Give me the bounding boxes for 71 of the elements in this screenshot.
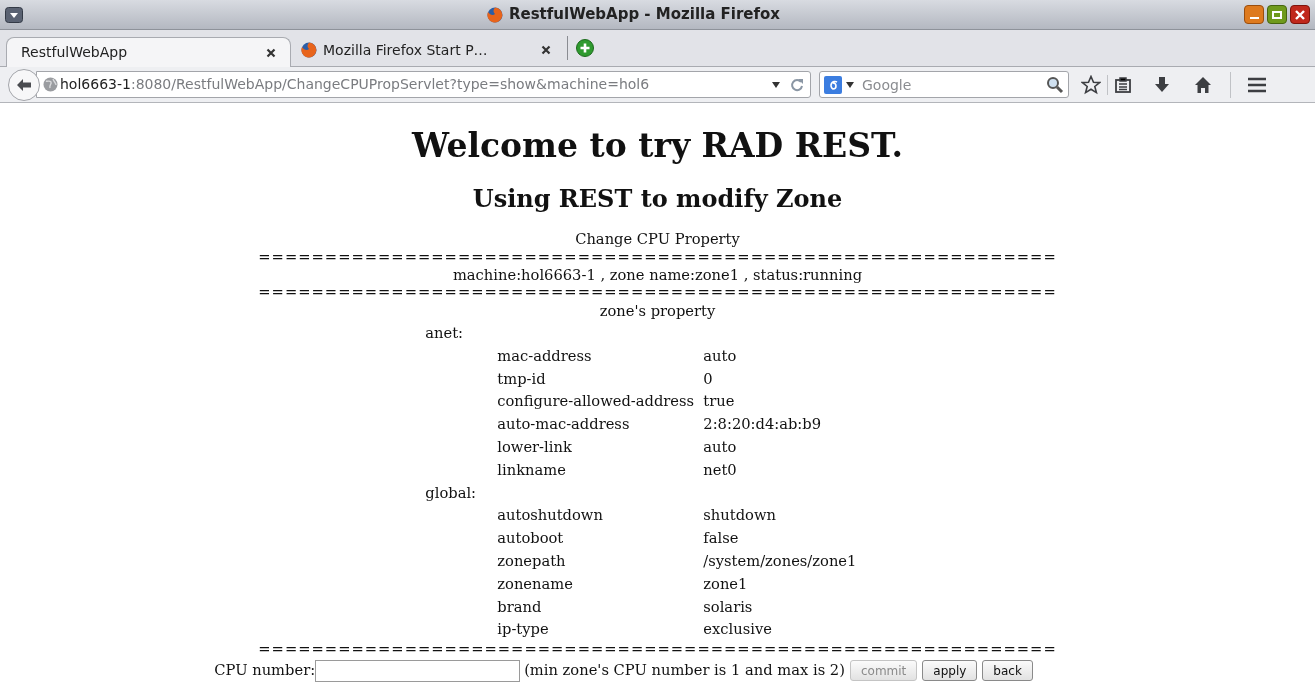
page-subheading: Using REST to modify Zone: [472, 184, 843, 214]
field-hint: (min zone's CPU number is 1 and max is 2): [524, 660, 845, 681]
bookmark-star-icon[interactable]: [1081, 74, 1101, 95]
property-value: zone1: [703, 573, 748, 594]
property-value: solaris: [703, 596, 753, 617]
search-field[interactable]: Google: [819, 71, 1069, 98]
search-input[interactable]: Google: [862, 72, 1046, 97]
page-heading: Welcome to try RAD REST.: [412, 127, 903, 165]
property-name: zonename: [497, 573, 574, 594]
property-value: shutdown: [703, 505, 776, 526]
property-value: /system/zones/zone1: [703, 550, 857, 571]
section-title: Change CPU Property: [575, 229, 740, 249]
property-name: brand: [497, 596, 543, 617]
separator-line: ============================================================: [258, 641, 1057, 658]
close-tab-icon[interactable]: [541, 45, 551, 55]
property-value: false: [703, 528, 739, 549]
window-menu-icon[interactable]: [5, 6, 23, 23]
form-button[interactable]: back: [982, 660, 1033, 682]
globe-icon: [43, 77, 58, 92]
property-name: tmp-id: [497, 368, 547, 389]
separator-line: ============================================================: [258, 249, 1057, 265]
property-value: auto: [703, 345, 737, 366]
property-value: net0: [703, 459, 737, 480]
url-host: hol6663-1: [60, 76, 131, 92]
close-icon: [1295, 9, 1305, 20]
download-icon[interactable]: [1154, 75, 1170, 94]
section-title: zone's property: [599, 301, 716, 321]
property-value: auto: [703, 437, 737, 457]
tab-label: RestfulWebApp: [21, 43, 129, 62]
property-value: 2:8:20:d4:ab:b9: [703, 414, 822, 435]
new-tab-icon[interactable]: [576, 39, 594, 57]
property-name: autoboot: [497, 528, 565, 549]
form-button[interactable]: apply: [922, 660, 978, 682]
property-name: zonepath: [497, 550, 567, 571]
property-value: exclusive: [703, 619, 772, 640]
search-icon[interactable]: [1046, 75, 1064, 94]
property-name: auto-mac-address: [497, 414, 631, 435]
property-name: mac-address: [497, 345, 593, 366]
home-icon[interactable]: [1194, 75, 1212, 94]
property-name: ip-type: [497, 619, 550, 640]
group-label: anet:: [425, 323, 465, 343]
cpu-number-field[interactable]: [315, 659, 521, 682]
url-path: :8080/RestfulWebApp/ChangeCPUPropServlet?type=show&machine=hol6: [130, 76, 650, 92]
separator-line: ============================================================: [258, 284, 1057, 300]
group-label: global:: [425, 482, 478, 503]
zone-info: machine:hol6663-1 , zone name:zone1 , status:running: [452, 265, 863, 284]
property-name: lower-link: [497, 437, 573, 457]
back-arrow-icon: [16, 77, 32, 92]
maximize-button[interactable]: [1267, 5, 1287, 24]
reload-icon[interactable]: [790, 77, 804, 92]
property-name: linkname: [497, 459, 567, 480]
window-title: RestfulWebApp - Mozilla Firefox: [508, 4, 780, 26]
close-tab-icon[interactable]: [266, 47, 276, 58]
tab[interactable]: Mozilla Firefox Start P…: [291, 36, 561, 64]
property-value: true: [703, 391, 735, 412]
field-label: CPU number:: [214, 660, 316, 681]
property-value: 0: [703, 368, 713, 389]
google-logo-icon: [824, 75, 842, 94]
browser-logo-icon: [486, 6, 503, 23]
back-button[interactable]: [8, 68, 40, 101]
dropdown-icon[interactable]: [846, 81, 854, 88]
dropdown-icon[interactable]: [772, 81, 780, 88]
property-name: autoshutdown: [497, 505, 604, 526]
property-name: configure-allowed-address: [497, 391, 696, 412]
menu-icon[interactable]: [1247, 76, 1267, 93]
address-bar[interactable]: hol6663-1:8080/RestfulWebApp/ChangeCPUPropServlet?type=show&machine=hol6: [36, 71, 811, 98]
tab-label: Mozilla Firefox Start P…: [323, 40, 489, 60]
minimize-button[interactable]: [1244, 5, 1264, 24]
close-button[interactable]: [1290, 5, 1310, 24]
reading-list-icon[interactable]: [1114, 75, 1132, 94]
tab[interactable]: RestfulWebApp: [6, 37, 291, 67]
